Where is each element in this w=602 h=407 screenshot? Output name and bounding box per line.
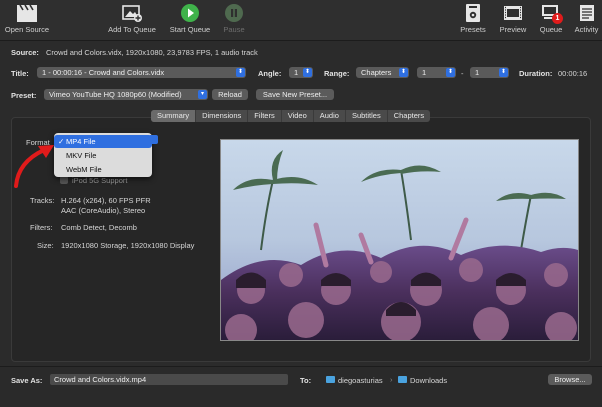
- chevron-updown-icon: ⬍: [303, 68, 312, 77]
- format-option-mp4[interactable]: ✓ MP4 File: [54, 135, 152, 148]
- tab-video[interactable]: Video: [282, 110, 314, 122]
- tab-dimensions[interactable]: Dimensions: [196, 110, 249, 122]
- filters-label: Filters:: [30, 223, 53, 232]
- tab-filters[interactable]: Filters: [248, 110, 282, 122]
- format-option-label: MKV File: [66, 151, 97, 160]
- folder-icon: [398, 376, 407, 383]
- to-label: To:: [300, 376, 312, 385]
- tab-summary[interactable]: Summary: [151, 110, 197, 122]
- queue-label: Queue: [539, 25, 563, 34]
- duration-label: Duration:: [519, 69, 553, 78]
- range-type-value: Chapters: [361, 68, 392, 77]
- annotation-arrow-icon: [14, 145, 54, 188]
- reload-button[interactable]: Reload: [212, 89, 248, 100]
- path-folder[interactable]: Downloads: [410, 376, 447, 385]
- range-end-value: 1: [475, 68, 480, 77]
- format-menu: ✓ MP4 File MKV File WebM File: [54, 133, 152, 177]
- format-option-mkv[interactable]: MKV File: [54, 149, 152, 162]
- chevron-updown-icon: ⬍: [399, 68, 408, 77]
- size-value: 1920x1080 Storage, 1920x1080 Display: [61, 241, 195, 250]
- preview-label: Preview: [499, 25, 527, 34]
- chevron-updown-icon: ⬍: [446, 68, 455, 77]
- toolbar: Open Source Add To Queue Start Queue Pau…: [0, 0, 602, 41]
- presets-button[interactable]: Presets: [455, 3, 491, 34]
- range-end-select[interactable]: 1 ⬍: [470, 67, 509, 78]
- pause-button[interactable]: Pause: [218, 3, 250, 34]
- save-as-field[interactable]: Crowd and Colors.vidx.mp4: [50, 374, 288, 385]
- title-select[interactable]: 1 - 00:00:16 - Crowd and Colors.vidx ⬍: [37, 67, 246, 78]
- angle-select[interactable]: 1 ⬍: [289, 67, 313, 78]
- duration-value: 00:00:16: [558, 69, 588, 78]
- tab-audio[interactable]: Audio: [314, 110, 346, 122]
- film-icon: [503, 3, 523, 23]
- crowd-image: [221, 140, 578, 340]
- activity-label: Activity: [574, 25, 599, 34]
- range-start-value: 1: [422, 68, 427, 77]
- angle-select-value: 1: [294, 68, 299, 77]
- tracks-video: H.264 (x264), 60 FPS PFR: [61, 196, 151, 205]
- size-label: Size:: [37, 241, 54, 250]
- start-queue-button[interactable]: Start Queue: [165, 3, 215, 34]
- preset-select-value: Vimeo YouTube HQ 1080p60 (Modified): [49, 90, 182, 99]
- open-source-button[interactable]: Open Source: [2, 3, 52, 34]
- source-label: Source:: [11, 48, 39, 57]
- title-label: Title:: [11, 69, 29, 78]
- play-icon: [180, 3, 200, 23]
- chevron-updown-icon: ⬍: [236, 68, 245, 77]
- presets-label: Presets: [460, 25, 486, 34]
- queue-count-badge: 1: [552, 13, 563, 24]
- open-source-label: Open Source: [4, 25, 50, 34]
- range-start-select[interactable]: 1 ⬍: [417, 67, 456, 78]
- start-queue-label: Start Queue: [169, 25, 211, 34]
- clapperboard-icon: [16, 3, 38, 23]
- tracks-audio: AAC (CoreAudio), Stereo: [61, 206, 146, 215]
- chevron-down-icon: ▾: [198, 90, 207, 99]
- title-select-value: 1 - 00:00:16 - Crowd and Colors.vidx: [42, 68, 165, 77]
- preset-label: Preset:: [11, 91, 37, 100]
- add-to-queue-label: Add To Queue: [108, 25, 156, 34]
- tab-chapters[interactable]: Chapters: [388, 110, 430, 122]
- add-to-queue-button[interactable]: Add To Queue: [104, 3, 160, 34]
- source-value: Crowd and Colors.vidx, 1920x1080, 23,978…: [46, 48, 258, 57]
- range-label: Range:: [324, 69, 350, 78]
- path-user[interactable]: diegoasturias: [338, 376, 383, 385]
- format-option-label: WebM File: [66, 165, 102, 174]
- video-preview: [220, 139, 579, 341]
- save-as-label: Save As:: [11, 376, 43, 385]
- format-option-webm[interactable]: WebM File: [54, 163, 152, 176]
- ipod-support-checkbox[interactable]: [60, 176, 68, 184]
- angle-label: Angle:: [258, 69, 282, 78]
- tracks-label: Tracks:: [30, 196, 55, 205]
- pause-icon: [224, 3, 244, 23]
- save-new-preset-button[interactable]: Save New Preset...: [256, 89, 334, 100]
- path-separator: ›: [390, 375, 393, 384]
- tab-bar: Summary Dimensions Filters Video Audio S…: [151, 110, 431, 122]
- presets-icon: [464, 3, 482, 23]
- format-option-label: MP4 File: [66, 137, 96, 146]
- activity-icon: [578, 3, 596, 23]
- preview-button[interactable]: Preview: [495, 3, 531, 34]
- tab-subtitles[interactable]: Subtitles: [346, 110, 388, 122]
- range-type-select[interactable]: Chapters ⬍: [356, 67, 409, 78]
- filters-value: Comb Detect, Decomb: [61, 223, 137, 232]
- ipod-support-label: iPod 5G Support: [72, 176, 128, 185]
- add-image-icon: [121, 3, 143, 23]
- queue-icon: 1: [540, 3, 563, 24]
- save-bar: Save As: Crowd and Colors.vidx.mp4 To: d…: [0, 366, 602, 407]
- range-separator: -: [461, 69, 464, 78]
- queue-button[interactable]: 1 Queue: [533, 3, 569, 34]
- format-select-stepper[interactable]: [150, 135, 158, 144]
- pause-label: Pause: [223, 25, 245, 34]
- activity-button[interactable]: Activity: [571, 3, 602, 34]
- browse-button[interactable]: Browse...: [548, 374, 592, 385]
- preset-select[interactable]: Vimeo YouTube HQ 1080p60 (Modified) ▾: [44, 89, 208, 100]
- folder-icon: [326, 376, 335, 383]
- chevron-updown-icon: ⬍: [499, 68, 508, 77]
